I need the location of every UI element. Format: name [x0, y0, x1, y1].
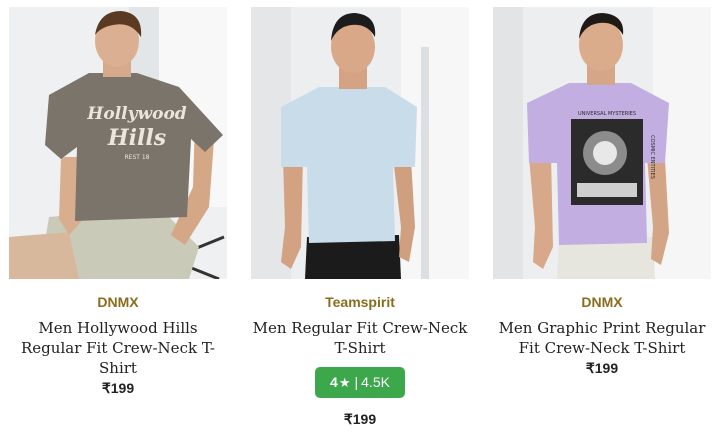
- tee-print-line: UNIVERSAL MYSTERIES: [578, 111, 636, 117]
- product-brand: DNMX: [581, 294, 623, 310]
- product-title[interactable]: Men Regular Fit Crew-Neck T-Shirt: [246, 318, 474, 358]
- tee-print-line: REST 18: [125, 154, 150, 161]
- rating-badge[interactable]: 4★ | 4.5K: [315, 367, 405, 398]
- tee-print-line: COSMIC ENTITIES: [649, 135, 655, 179]
- product-card[interactable]: Hollywood Hills REST 18 DNMX Men Hollywo…: [4, 0, 232, 437]
- product-image[interactable]: UNIVERSAL MYSTERIES COSMIC ENTITIES: [493, 7, 711, 279]
- product-title[interactable]: Men Hollywood Hills Regular Fit Crew-Nec…: [4, 318, 232, 378]
- product-price: ₹199: [585, 360, 619, 376]
- tee-print-line: Hills: [107, 125, 166, 151]
- tee-print-line: Hollywood: [86, 104, 187, 124]
- rating-value: 4: [330, 374, 338, 390]
- rating-separator: |: [354, 374, 359, 390]
- product-brand: DNMX: [97, 294, 139, 310]
- star-icon: ★: [338, 376, 351, 391]
- product-card[interactable]: UNIVERSAL MYSTERIES COSMIC ENTITIES DNMX…: [488, 0, 716, 437]
- tshirt-model-photo-icon: Hollywood Hills REST 18: [9, 7, 227, 279]
- product-image[interactable]: Hollywood Hills REST 18: [9, 7, 227, 279]
- product-brand: Teamspirit: [325, 294, 395, 310]
- tshirt-model-photo-icon: [251, 7, 469, 279]
- rating-count: 4.5K: [361, 374, 390, 390]
- product-price: ₹199: [101, 380, 135, 396]
- tshirt-model-photo-icon: UNIVERSAL MYSTERIES COSMIC ENTITIES: [493, 7, 711, 279]
- product-image[interactable]: [251, 7, 469, 279]
- product-grid: Hollywood Hills REST 18 DNMX Men Hollywo…: [0, 0, 716, 437]
- product-price: ₹199: [343, 411, 377, 427]
- product-card[interactable]: Teamspirit Men Regular Fit Crew-Neck T-S…: [246, 0, 474, 437]
- product-title[interactable]: Men Graphic Print Regular Fit Crew-Neck …: [488, 318, 716, 358]
